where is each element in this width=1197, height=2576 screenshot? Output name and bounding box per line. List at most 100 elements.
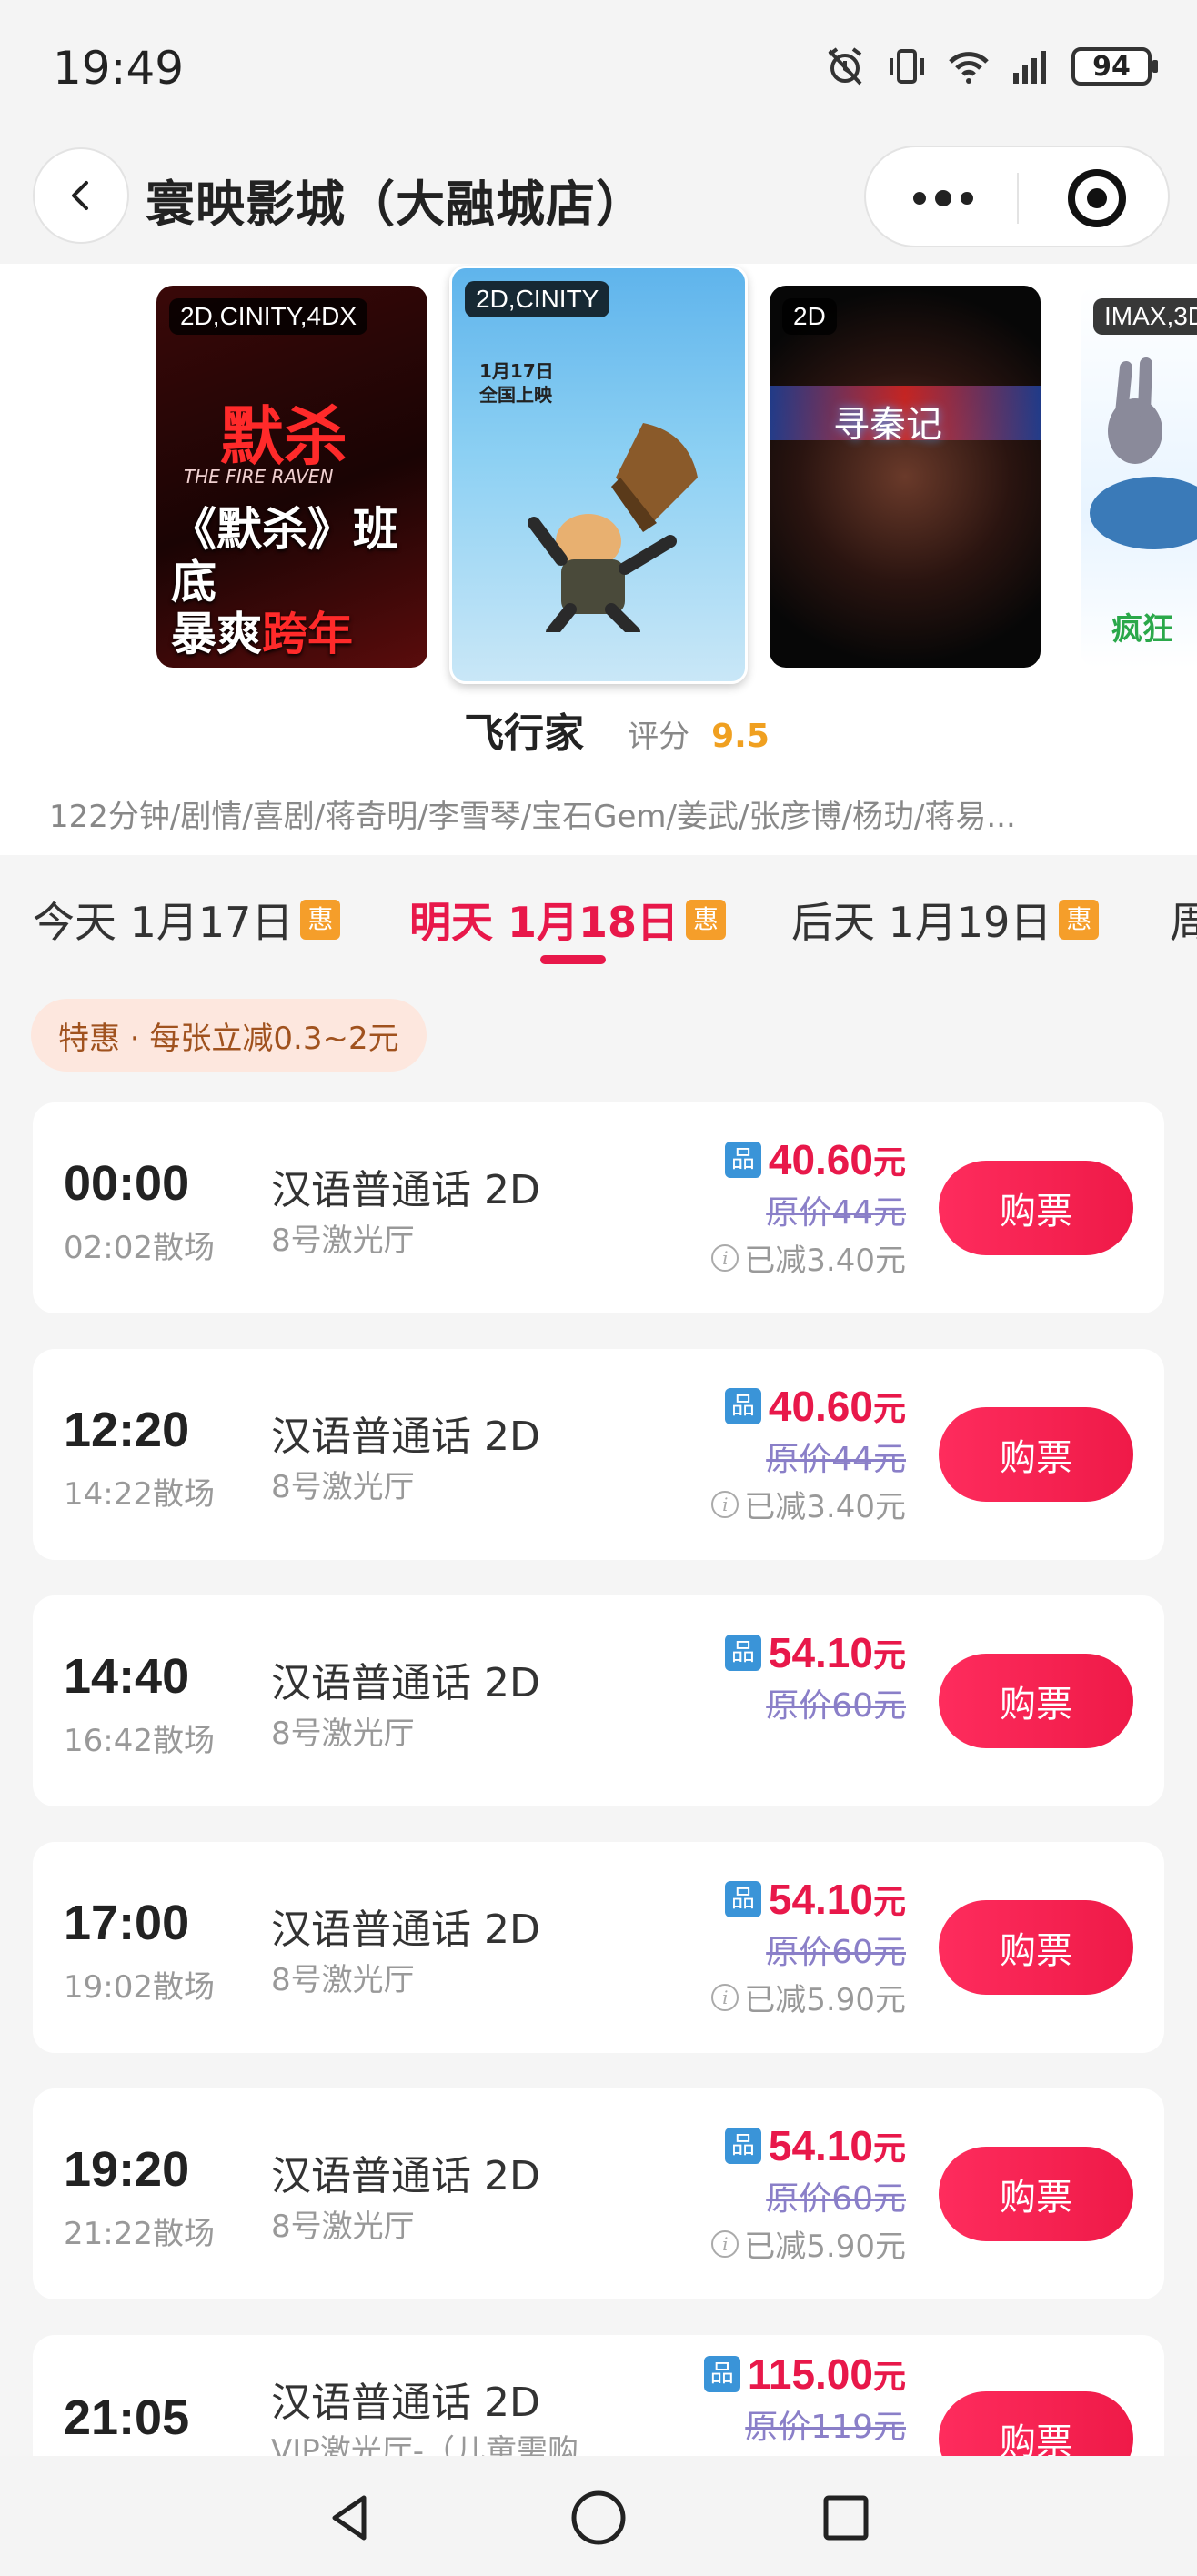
poster-1-line2: 暴爽跨年 xyxy=(171,608,417,661)
poster-2-date: 1月17日 xyxy=(479,360,554,382)
movie-title-row: 飞行家 评分 9.5 xyxy=(0,700,1197,759)
end-time: 21:22散场 xyxy=(64,2216,215,2252)
more-dot-right xyxy=(961,192,973,205)
tab-today[interactable]: 今天 1月17日 惠 xyxy=(33,890,341,950)
discount-amount: 已减3.40元 xyxy=(744,1243,906,1279)
nav-back-icon xyxy=(332,2495,367,2541)
poster-1-logo: 默杀 xyxy=(220,399,347,474)
status-time: 19:49 xyxy=(53,42,185,95)
more-button[interactable] xyxy=(902,175,984,222)
price-block: 品 54.10 元 原价60元 i 已减5.90元 xyxy=(711,2121,906,2266)
price-block: 品 40.60 元 原价44元 i 已减3.40元 xyxy=(711,1135,906,1280)
score-label: 评分 xyxy=(628,719,690,755)
current-price: 40.60 xyxy=(768,1383,873,1430)
buy-ticket-button[interactable]: 购票 xyxy=(939,1407,1133,1502)
discount-row: i 已减3.40元 xyxy=(711,1235,906,1280)
price-row: 品 40.60 元 xyxy=(711,1382,906,1431)
target-close-icon xyxy=(1087,188,1107,208)
tab-label: 明天 1月18日 xyxy=(409,898,679,947)
date-tabs: 今天 1月17日 惠 明天 1月18日 惠 后天 1月19日 惠 周 xyxy=(0,855,1197,973)
status-icons: 94 xyxy=(824,45,1158,87)
signal-icon xyxy=(1013,51,1046,84)
tab-tomorrow[interactable]: 明天 1月18日 惠 xyxy=(409,890,727,950)
showtime-card[interactable]: 14:40 16:42散场 汉语普通话 2D 8号激光厅 品 54.10 元 原价… xyxy=(33,1595,1164,1806)
poster-1-text: 《默杀》班底 暴爽跨年 xyxy=(171,503,417,661)
price-unit: 元 xyxy=(872,2130,906,2168)
discount-row: i 已减3.40元 xyxy=(711,1482,906,1526)
pin-badge: 品 xyxy=(724,2128,761,2164)
price-row: 品 54.10 元 xyxy=(711,2121,906,2170)
vibrate-icon xyxy=(890,49,924,84)
discount-amount: 已减3.40元 xyxy=(744,1489,906,1525)
current-price: 54.10 xyxy=(768,1876,873,1923)
discount-amount: 已减5.90元 xyxy=(744,1982,906,2018)
buy-ticket-button[interactable]: 购票 xyxy=(939,1900,1133,1995)
pin-badge: 品 xyxy=(724,1388,761,1424)
nav-recents-button[interactable] xyxy=(810,2481,882,2554)
buy-ticket-button[interactable]: 购票 xyxy=(939,1161,1133,1255)
more-dots-icon xyxy=(913,192,926,205)
more-dot-center xyxy=(935,190,951,206)
hall-name: 8号激光厅 xyxy=(271,1223,415,1259)
info-icon[interactable]: i xyxy=(711,1983,739,2011)
poster-4[interactable]: 疯狂 IMAX,3D xyxy=(1081,286,1197,668)
pin-badge: 品 xyxy=(724,1142,761,1178)
current-price: 115.00 xyxy=(747,2350,873,2398)
original-price: 原价44元 xyxy=(766,1441,906,1478)
end-time: 14:22散场 xyxy=(64,1476,215,1513)
back-button[interactable] xyxy=(33,147,129,244)
price-unit: 元 xyxy=(872,1144,906,1182)
poster-format-tag: 2D,CINITY,4DX xyxy=(169,298,367,335)
close-button[interactable] xyxy=(1068,169,1126,227)
poster-4-art xyxy=(1090,357,1197,549)
score-value: 9.5 xyxy=(711,718,770,755)
nav-back-button[interactable] xyxy=(313,2481,386,2554)
start-time: 19:20 xyxy=(64,2142,190,2197)
info-icon[interactable]: i xyxy=(711,2229,739,2258)
showtime-card[interactable]: 17:00 19:02散场 汉语普通话 2D 8号激光厅 品 54.10 元 原价… xyxy=(33,1842,1164,2053)
showtime-card[interactable]: 12:20 14:22散场 汉语普通话 2D 8号激光厅 品 40.60 元 原价… xyxy=(33,1349,1164,1560)
discount-row: i 已减5.90元 xyxy=(711,2221,906,2266)
pin-badge: 品 xyxy=(724,1635,761,1671)
language-format: 汉语普通话 2D xyxy=(271,1660,540,1706)
showtime-card[interactable]: 19:20 21:22散场 汉语普通话 2D 8号激光厅 品 54.10 元 原价… xyxy=(33,2088,1164,2299)
tab-day-after[interactable]: 后天 1月19日 惠 xyxy=(791,890,1100,950)
capsule-divider xyxy=(1017,173,1019,224)
original-price: 原价119元 xyxy=(745,2409,906,2446)
poster-format-tag: 2D xyxy=(782,298,837,335)
info-icon[interactable]: i xyxy=(711,1490,739,1518)
battery-icon: 94 xyxy=(1071,47,1158,86)
discount-badge: 惠 xyxy=(300,900,341,940)
poster-1[interactable]: 默杀 THE FIRE RAVEN 《默杀》班底 暴爽跨年 2D,CINITY,… xyxy=(156,286,428,668)
poster-1-line1: 《默杀》班底 xyxy=(171,503,398,609)
end-time: 19:02散场 xyxy=(64,1969,215,2006)
start-time: 21:05 xyxy=(64,2390,190,2445)
info-icon[interactable]: i xyxy=(711,1243,739,1272)
poster-2-selected[interactable]: 1月17日 全国上映 2D,CINITY xyxy=(449,266,748,684)
end-time: 16:42散场 xyxy=(64,1723,215,1759)
discount-row: i 已减5.90元 xyxy=(711,1975,906,2019)
buy-ticket-button[interactable]: 购票 xyxy=(939,1654,1133,1748)
hall-name: 8号激光厅 xyxy=(271,1469,415,1505)
buy-ticket-button[interactable]: 购票 xyxy=(939,2147,1133,2241)
chevron-left-icon xyxy=(72,181,88,210)
promo-badge: 特惠 · 每张立减0.3~2元 xyxy=(31,999,427,1072)
pin-badge: 品 xyxy=(703,2356,740,2392)
poster-format-tag: IMAX,3D xyxy=(1093,298,1197,335)
discount-amount: 已减5.90元 xyxy=(744,2229,906,2265)
tab-weekday[interactable]: 周 xyxy=(1170,890,1197,950)
header: 寰映影城（大融城店） xyxy=(0,136,1197,264)
current-price: 54.10 xyxy=(768,1629,873,1676)
language-format: 汉语普通话 2D xyxy=(271,1167,540,1213)
current-price: 54.10 xyxy=(768,2122,873,2169)
movie-carousel: 默杀 THE FIRE RAVEN 《默杀》班底 暴爽跨年 2D,CINITY,… xyxy=(0,264,1197,855)
price-block: 品 54.10 元 原价60元 i 已减5.90元 xyxy=(711,1875,906,2019)
page-title: 寰映影城（大融城店） xyxy=(146,176,646,233)
language-format: 汉语普通话 2D xyxy=(271,1907,540,1953)
showtime-card[interactable]: 00:00 02:02散场 汉语普通话 2D 8号激光厅 品 40.60 元 原价… xyxy=(33,1102,1164,1313)
hall-name: 8号激光厅 xyxy=(271,2209,415,2245)
poster-3[interactable]: 寻秦记 2D xyxy=(770,286,1041,668)
tab-label: 后天 1月19日 xyxy=(791,898,1052,947)
original-price: 原价60元 xyxy=(766,1934,906,1971)
nav-home-button[interactable] xyxy=(562,2481,635,2554)
